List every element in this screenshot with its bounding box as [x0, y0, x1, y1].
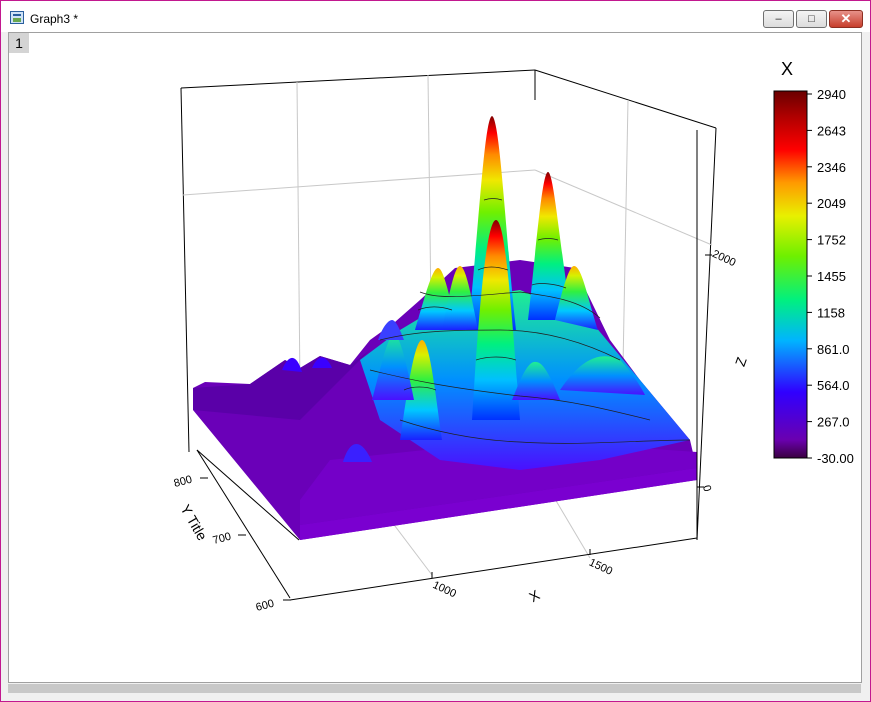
y-tick-600: 600	[255, 598, 276, 614]
x-axis-title: X	[526, 586, 543, 605]
colorbar-level-label: 2643	[817, 123, 846, 138]
colorbar-level-label: 2940	[817, 87, 846, 102]
y-axis-title: Y Title	[177, 502, 210, 544]
z-axis-title: Z	[732, 355, 750, 369]
y-tick-700: 700	[212, 531, 233, 547]
colorbar-level-label: 267.0	[817, 415, 850, 430]
colorbar-gradient	[773, 90, 808, 459]
colorbar-labels: 2940 2643 2346 2049 1752 1455 1158 861.0 564.0 26…	[807, 87, 854, 466]
surface-peaks	[372, 116, 645, 440]
surface-plot[interactable]: 800 700 600 1000 1500 0 2000 Y Title X Z…	[0, 0, 871, 702]
color-scale[interactable]: X 2940 2643 2346 2049 1752 1455 1158 861.0 564.0…	[773, 59, 854, 466]
colorbar-level-label: 564.0	[817, 378, 850, 393]
colorbar-level-label: 1752	[817, 233, 846, 248]
colorbar-level-label: 1158	[817, 305, 845, 320]
y-tick-800: 800	[173, 474, 194, 490]
colorbar-level-label: 2346	[817, 160, 846, 175]
colorbar-title: X	[781, 59, 793, 79]
x-tick-1500: 1500	[587, 557, 614, 578]
colorbar-level-label: 2049	[817, 196, 846, 211]
z-tick-2000: 2000	[710, 248, 737, 269]
z-tick-0: 0	[700, 484, 713, 493]
colorbar-level-label: 861.0	[817, 342, 850, 357]
x-tick-1000: 1000	[431, 579, 458, 600]
colorbar-level-label: 1455	[817, 269, 846, 284]
colorbar-level-label: -30.00	[817, 451, 854, 466]
